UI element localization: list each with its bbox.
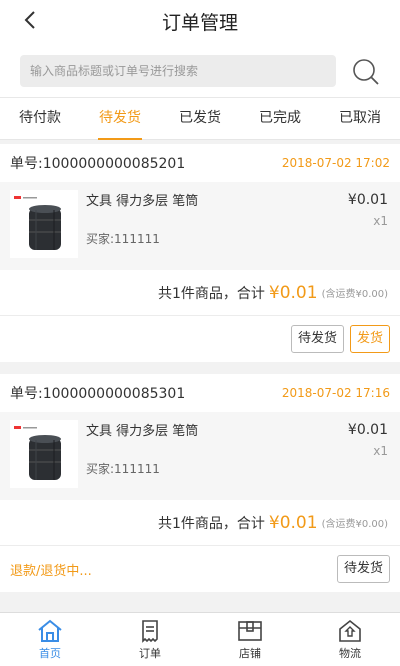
order-time: 2018-07-02 17:02	[281, 156, 390, 170]
order-number: 单号:1000000000085301	[10, 386, 186, 402]
order-summary: 共1件商品，合计 ¥0.01 (含运费¥0.00)	[0, 270, 400, 316]
order-total: ¥0.01	[268, 512, 318, 533]
order-header: 单号:1000000000085301 2018-07-02 17:16	[0, 374, 400, 412]
tab-pending-shipment[interactable]: 待发货	[80, 98, 160, 140]
order-actions: 退款/退货中... 待发货	[0, 546, 400, 592]
tab-pending-payment[interactable]: 待付款	[0, 98, 80, 139]
product-image	[10, 420, 78, 488]
order-card: 单号:1000000000085301 2018-07-02 17:16 文具 …	[0, 374, 400, 592]
order-item[interactable]: 文具 得力多层 笔筒 买家:111111 ¥0.01 x1	[0, 412, 400, 500]
search-bar	[0, 44, 400, 98]
order-time: 2018-07-02 17:16	[281, 386, 390, 400]
order-summary: 共1件商品，合计 ¥0.01 (含运费¥0.00)	[0, 500, 400, 546]
nav-label: 物流	[339, 647, 361, 660]
nav-logistics[interactable]: 物流	[300, 613, 400, 666]
buyer-name: 买家:111111	[86, 232, 160, 246]
product-name: 文具 得力多层 笔筒	[86, 424, 199, 439]
shipping-fee: (含运费¥0.00)	[321, 519, 388, 530]
order-list: 单号:1000000000085201 2018-07-02 17:02 文具 …	[0, 144, 400, 604]
tab-completed[interactable]: 已完成	[240, 98, 320, 139]
product-quantity: x1	[373, 444, 388, 458]
order-item[interactable]: 文具 得力多层 笔筒 买家:111111 ¥0.01 x1	[0, 182, 400, 270]
order-status-tabs: 待付款 待发货 已发货 已完成 已取消	[0, 98, 400, 140]
search-button[interactable]	[350, 56, 382, 88]
nav-store[interactable]: 店铺	[200, 613, 300, 666]
page-title: 订单管理	[161, 12, 238, 34]
tab-shipped[interactable]: 已发货	[160, 98, 240, 139]
product-name: 文具 得力多层 笔筒	[86, 194, 199, 209]
pending-shipment-button[interactable]: 待发货	[336, 555, 390, 583]
order-total: ¥0.01	[268, 282, 318, 303]
store-icon	[238, 621, 262, 641]
orders-icon	[142, 620, 158, 643]
pending-shipment-button[interactable]: 待发货	[290, 325, 344, 353]
buyer-name: 买家:111111	[86, 462, 160, 476]
tab-cancelled[interactable]: 已取消	[320, 98, 400, 139]
nav-label: 订单	[139, 647, 161, 660]
summary-text: 共1件商品，合计	[157, 285, 265, 302]
product-quantity: x1	[373, 214, 388, 228]
ship-button[interactable]: 发货	[349, 325, 390, 353]
order-card: 单号:1000000000085201 2018-07-02 17:02 文具 …	[0, 144, 400, 362]
product-image	[10, 190, 78, 258]
order-header: 单号:1000000000085201 2018-07-02 17:02	[0, 144, 400, 182]
home-icon	[38, 619, 62, 642]
product-price: ¥0.01	[347, 192, 388, 208]
search-icon	[353, 59, 379, 85]
nav-label: 首页	[39, 647, 61, 660]
header: 订单管理	[0, 0, 400, 44]
order-actions: 待发货 发货	[0, 316, 400, 362]
bottom-nav: 首页 订单 店铺 物流	[0, 612, 400, 666]
refund-status[interactable]: 退款/退货中...	[10, 560, 92, 579]
search-input[interactable]	[20, 55, 336, 87]
product-price: ¥0.01	[347, 422, 388, 438]
order-number: 单号:1000000000085201	[10, 156, 186, 172]
nav-home[interactable]: 首页	[0, 613, 100, 666]
logistics-icon	[339, 619, 361, 642]
shipping-fee: (含运费¥0.00)	[321, 289, 388, 300]
nav-orders[interactable]: 订单	[100, 613, 200, 666]
nav-label: 店铺	[239, 647, 261, 660]
summary-text: 共1件商品，合计	[157, 515, 265, 532]
